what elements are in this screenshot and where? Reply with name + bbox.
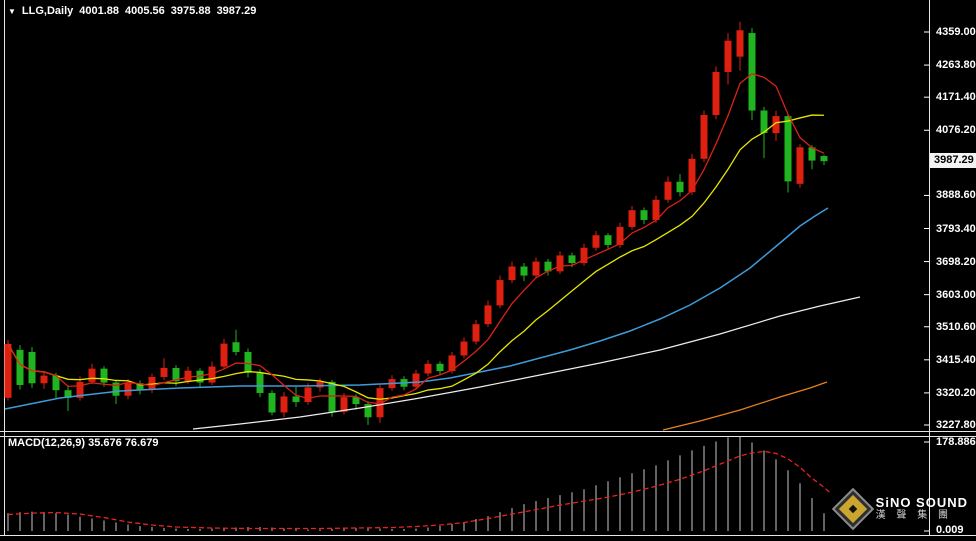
logo-text-cn: 漢 聲 集 團 [876,509,968,522]
macd-axis-bottom-label: 0.009 [936,524,964,536]
symbol-dropdown-arrow-icon[interactable]: ▼ [8,6,16,17]
logo-text-en: SiNO SOUND [876,496,968,509]
broker-logo: SiNO SOUND 漢 聲 集 團 [838,494,968,524]
sino-sound-diamond-icon [831,488,873,530]
chart-window: ▼ LLG,Daily 4001.88 4005.56 3975.88 3987… [0,0,976,541]
main-chart-canvas[interactable] [0,0,976,541]
price-axis-label: 3603.00 [936,289,976,301]
price-axis-label: 3888.60 [936,189,976,201]
macd-name: MACD(12,26,9) [8,437,85,449]
macd-indicator-label: MACD(12,26,9) 35.676 76.679 [8,437,158,449]
quote-open: 4001.88 [79,5,119,17]
price-axis-label: 3320.20 [936,387,976,399]
symbol-header: ▼ LLG,Daily 4001.88 4005.56 3975.88 3987… [8,5,256,17]
price-axis-label: 3793.40 [936,223,976,235]
quote-close: 3987.29 [217,5,257,17]
price-axis-label: 4263.80 [936,59,976,71]
price-axis-label: 3510.60 [936,321,976,333]
quote-low: 3975.88 [171,5,211,17]
macd-signal-value: 76.679 [125,437,159,449]
price-axis-label: 3415.40 [936,354,976,366]
price-axis-label: 3227.80 [936,419,976,431]
price-axis-label: 3698.20 [936,256,976,268]
current-price-badge: 3987.29 [930,153,976,168]
price-axis-label: 4076.20 [936,124,976,136]
macd-current-value: 35.676 [88,437,122,449]
price-axis-label: 4359.00 [936,26,976,38]
macd-axis-top-label: 178.886 [936,436,976,448]
quote-high: 4005.56 [125,5,165,17]
symbol-name: LLG,Daily [22,5,73,17]
price-axis-label: 4171.40 [936,91,976,103]
